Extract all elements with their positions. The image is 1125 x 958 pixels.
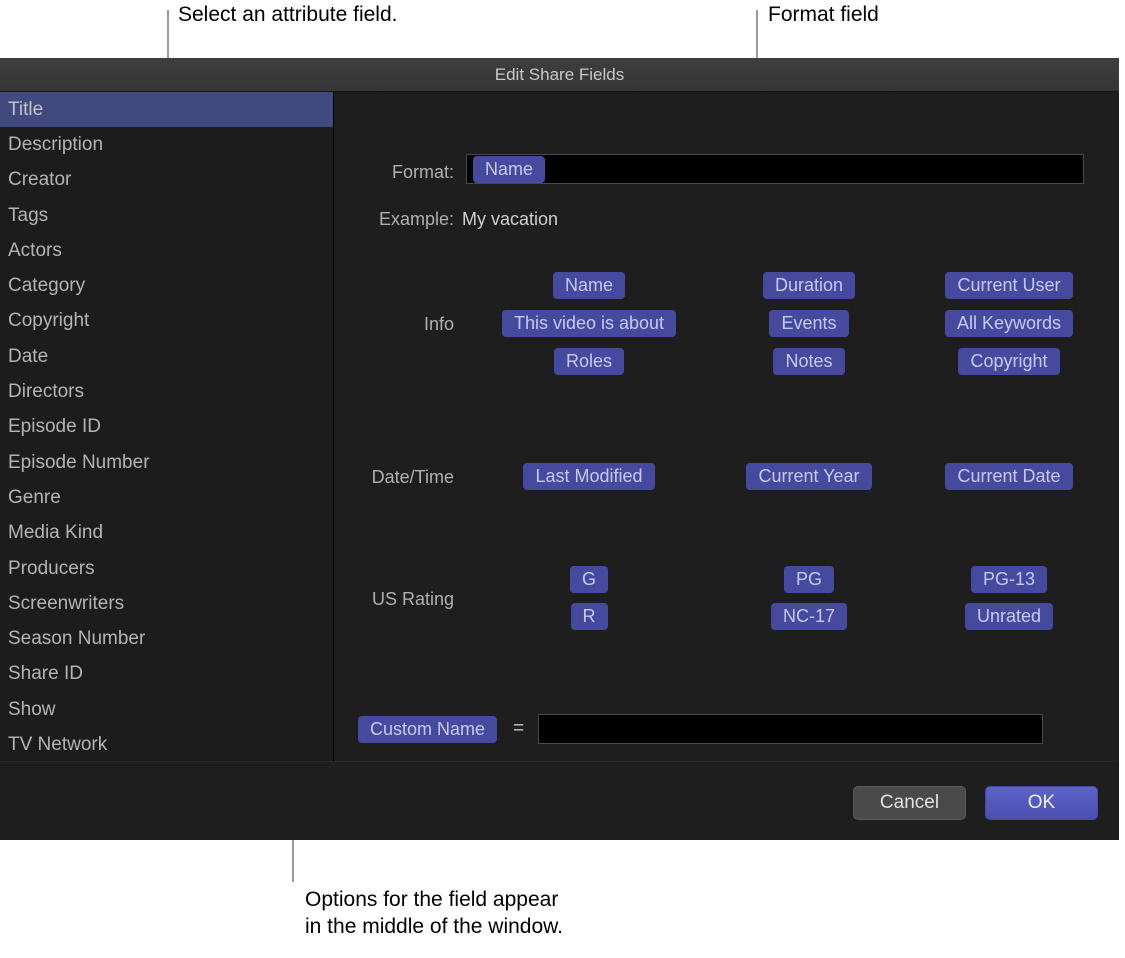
sidebar-item[interactable]: Tags [0, 198, 333, 233]
datetime-token-chip[interactable]: Current Year [746, 463, 871, 490]
sidebar-item[interactable]: Date [0, 339, 333, 374]
sidebar-item-label: Producers [8, 558, 95, 580]
sidebar-item-label: Directors [8, 381, 84, 403]
window-titlebar: Edit Share Fields [0, 58, 1119, 92]
sidebar-item-label: Description [8, 134, 103, 156]
rating-token-chip[interactable]: Unrated [965, 603, 1053, 630]
edit-share-fields-window: Edit Share Fields Title Description Creato… [0, 58, 1119, 840]
sidebar-item[interactable]: Description [0, 127, 333, 162]
sidebar-item-label: Category [8, 275, 85, 297]
callout-options-line-1: Options for the field appear [305, 888, 558, 911]
datetime-token-chip[interactable]: Current Date [945, 463, 1072, 490]
sidebar-item[interactable]: TV Network [0, 727, 333, 762]
datetime-section-label: Date/Time [334, 467, 454, 488]
custom-name-input[interactable] [538, 714, 1043, 744]
sidebar-item[interactable]: Episode Number [0, 445, 333, 480]
format-input[interactable]: Name [466, 154, 1084, 184]
sidebar-item[interactable]: Copyright [0, 304, 333, 339]
field-options-panel: Format: Name Example: My vacation Info N… [334, 92, 1119, 840]
sidebar-item-label: Genre [8, 487, 61, 509]
info-token-chip[interactable]: Events [769, 310, 848, 337]
sidebar-item[interactable]: Media Kind [0, 516, 333, 551]
sidebar-item[interactable]: Season Number [0, 621, 333, 656]
sidebar-item[interactable]: Directors [0, 374, 333, 409]
info-token-chip[interactable]: Roles [554, 348, 624, 375]
sidebar-item-label: Date [8, 346, 48, 368]
sidebar-item-label: Share ID [8, 663, 83, 685]
sidebar-item[interactable]: Category [0, 268, 333, 303]
sidebar-item[interactable]: Episode ID [0, 410, 333, 445]
callout-select-attribute: Select an attribute field. [178, 1, 397, 28]
attribute-field-list[interactable]: Title Description Creator Tags Actors Categor… [0, 92, 334, 796]
sidebar-item[interactable]: Creator [0, 163, 333, 198]
sidebar-item[interactable]: Screenwriters [0, 586, 333, 621]
info-token-grid: Name Duration Current User This video is ab… [469, 272, 1109, 375]
rating-token-chip[interactable]: R [571, 603, 608, 630]
custom-name-row: Custom Name = [358, 714, 1043, 744]
sidebar-item-label: TV Network [8, 734, 107, 756]
ok-button[interactable]: OK [985, 786, 1098, 820]
sidebar-item-label: Creator [8, 169, 71, 191]
window-footer: Cancel OK [0, 761, 1119, 840]
sidebar-item-label: Media Kind [8, 522, 103, 544]
info-token-chip[interactable]: Name [553, 272, 625, 299]
info-token-chip[interactable]: Duration [763, 272, 855, 299]
sidebar-item-label: Title [8, 99, 43, 121]
sidebar-item[interactable]: Genre [0, 480, 333, 515]
datetime-token-chip[interactable]: Last Modified [523, 463, 654, 490]
sidebar-item-label: Episode Number [8, 452, 150, 474]
sidebar-item-label: Show [8, 699, 56, 721]
sidebar-item[interactable]: Title [0, 92, 333, 127]
info-token-chip[interactable]: Copyright [958, 348, 1059, 375]
rating-token-chip[interactable]: PG [784, 566, 834, 593]
sidebar-item-label: Episode ID [8, 416, 101, 438]
sidebar-item-label: Season Number [8, 628, 145, 650]
sidebar-item-label: Actors [8, 240, 62, 262]
cancel-button[interactable]: Cancel [853, 786, 966, 820]
info-token-chip[interactable]: Notes [773, 348, 844, 375]
info-token-chip[interactable]: All Keywords [945, 310, 1073, 337]
callout-options-line-2: in the middle of the window. [305, 915, 563, 938]
window-body: Title Description Creator Tags Actors Categor… [0, 92, 1119, 840]
example-value: My vacation [462, 209, 558, 230]
example-label: Example: [354, 209, 454, 230]
token-chip-name[interactable]: Name [473, 156, 545, 183]
rating-section-label: US Rating [334, 589, 454, 610]
rating-token-chip[interactable]: PG-13 [971, 566, 1047, 593]
callout-options-middle: Options for the field appear in the middl… [305, 886, 563, 940]
format-label: Format: [354, 162, 454, 183]
rating-token-chip[interactable]: NC-17 [771, 603, 847, 630]
callout-format-field: Format field [768, 1, 879, 28]
rating-token-chip[interactable]: G [570, 566, 608, 593]
datetime-token-grid: Last Modified Current Year Current Date [469, 463, 1109, 490]
info-section-label: Info [354, 314, 454, 335]
sidebar-item-label: Tags [8, 205, 48, 227]
footer-button-group: Cancel OK [853, 786, 1098, 820]
info-token-chip[interactable]: This video is about [502, 310, 676, 337]
sidebar-item-label: Screenwriters [8, 593, 124, 615]
sidebar-item[interactable]: Producers [0, 551, 333, 586]
sidebar-item[interactable]: Share ID [0, 657, 333, 692]
equals-sign: = [513, 718, 524, 740]
info-token-chip[interactable]: Current User [945, 272, 1072, 299]
window-title: Edit Share Fields [495, 65, 624, 85]
sidebar-item-label: Copyright [8, 310, 89, 332]
token-chip-custom-name[interactable]: Custom Name [358, 716, 497, 743]
sidebar-item[interactable]: Show [0, 692, 333, 727]
sidebar-item[interactable]: Actors [0, 233, 333, 268]
rating-token-grid: G PG PG-13 R NC-17 Unrated [469, 566, 1109, 630]
